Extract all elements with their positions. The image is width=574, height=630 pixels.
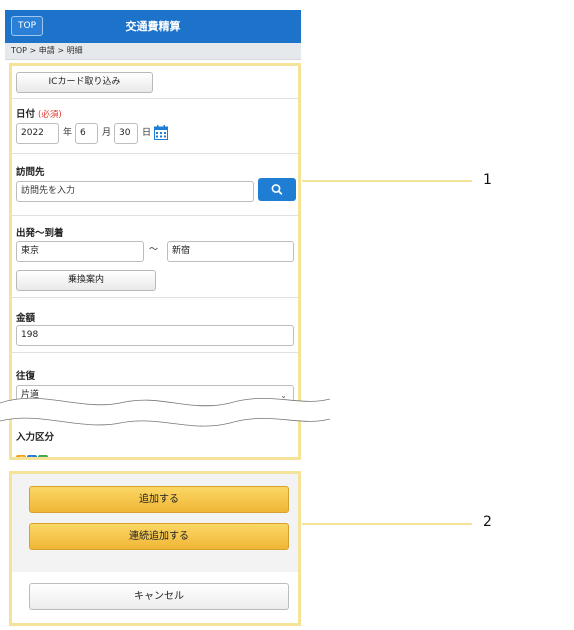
date-label: 日付: [16, 109, 36, 120]
top-button[interactable]: TOP: [11, 16, 43, 36]
cancel-button[interactable]: キャンセル: [29, 583, 289, 610]
departure-input[interactable]: 東京: [16, 241, 144, 262]
badge-rakuraku: 楽: [38, 455, 48, 457]
required-badge: (必須): [38, 110, 62, 120]
destination-section: 訪問先 訪問先を入力: [12, 154, 298, 216]
add-continuous-button[interactable]: 連続追加する: [29, 523, 289, 550]
callout-number-2: 2: [483, 514, 492, 530]
roundtrip-selected: 片道: [21, 390, 40, 400]
calendar-icon[interactable]: [154, 125, 168, 140]
transfer-guide-button[interactable]: 乗換案内: [16, 270, 156, 291]
amount-label: 金額: [16, 313, 36, 324]
year-unit: 年: [63, 128, 73, 138]
callout-number-1: 1: [483, 172, 492, 188]
app-header: 交通費精算 TOP: [5, 10, 301, 43]
destination-label: 訪問先: [16, 167, 45, 178]
search-icon: [271, 184, 283, 195]
chevron-down-icon: ⌄: [280, 391, 287, 400]
month-unit: 月: [102, 128, 112, 138]
day-unit: 日: [142, 128, 152, 138]
route-label: 出発～到着: [16, 228, 64, 239]
input-type-badges: 手交楽: [16, 447, 49, 457]
roundtrip-section: 往復 片道 ⌄: [12, 353, 298, 406]
page-title: 交通費精算: [125, 20, 181, 33]
add-button[interactable]: 追加する: [29, 486, 289, 513]
badge-transit: 交: [27, 455, 37, 457]
ic-card-section: ICカード取り込み: [12, 66, 298, 99]
callout-line-1: [302, 180, 472, 182]
route-separator: ～: [149, 245, 159, 255]
amount-input[interactable]: 198: [16, 325, 294, 346]
month-input[interactable]: 6: [75, 123, 98, 144]
date-label-row: 日付 (必須): [16, 106, 62, 120]
year-input[interactable]: 2022: [16, 123, 59, 144]
arrival-input[interactable]: 新宿: [167, 241, 294, 262]
badge-manual: 手: [16, 455, 26, 457]
cancel-area: キャンセル: [12, 572, 298, 623]
callout-line-2: [302, 523, 472, 525]
roundtrip-select[interactable]: 片道 ⌄: [16, 385, 294, 406]
ic-card-import-button[interactable]: ICカード取り込み: [16, 72, 153, 93]
day-input[interactable]: 30: [114, 123, 138, 144]
input-type-label: 入力区分: [16, 432, 55, 443]
destination-input[interactable]: 訪問先を入力: [16, 181, 254, 202]
date-section: 日付 (必須) 2022 年 6 月 30 日: [12, 99, 298, 154]
form-panel: ICカード取り込み 日付 (必須) 2022 年 6 月 30 日 訪問先 訪問…: [9, 63, 301, 460]
amount-section: 金額 198: [12, 298, 298, 353]
search-button[interactable]: [258, 178, 296, 201]
route-section: 出発～到着 東京 ～ 新宿 乗換案内: [12, 216, 298, 298]
mobile-screen: 交通費精算 TOP TOP > 申請 > 明細 ICカード取り込み 日付 (必須)…: [0, 10, 330, 626]
action-panel: 追加する 連続追加する キャンセル: [9, 471, 301, 626]
roundtrip-label: 往復: [16, 371, 36, 382]
breadcrumb: TOP > 申請 > 明細: [5, 43, 301, 60]
